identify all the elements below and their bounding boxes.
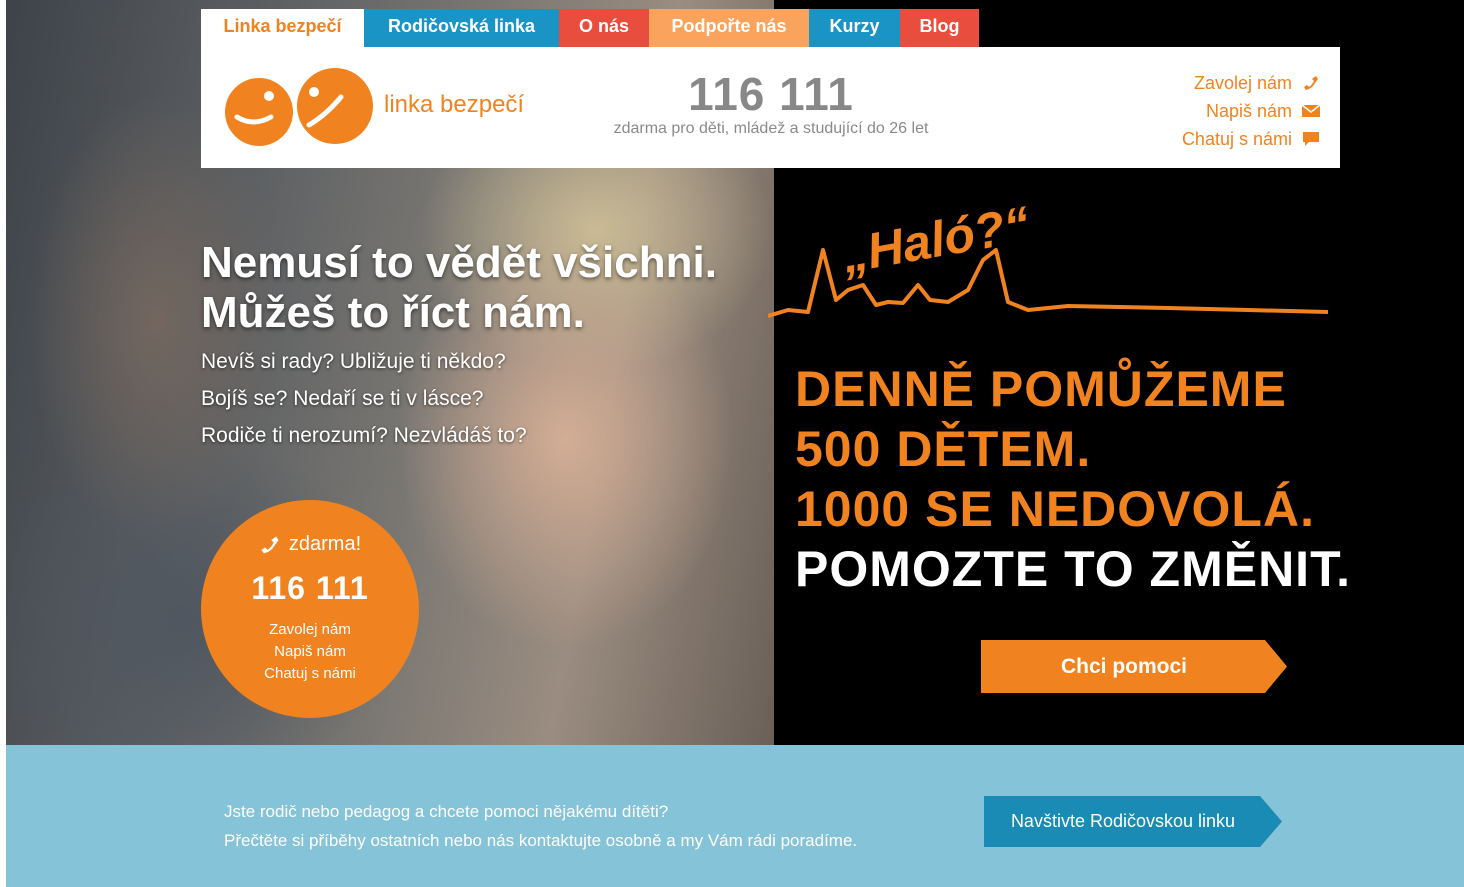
contact-links: Zavolej nám Napiš nám Chatuj s námi <box>1182 69 1320 153</box>
band-text: Jste rodič nebo pedagog a chcete pomoci … <box>224 797 857 855</box>
parents-band: Jste rodič nebo pedagog a chcete pomoci … <box>6 745 1464 887</box>
ad-line-3: 1000 SE NEDOVOLÁ. <box>795 481 1315 537</box>
circle-links: Zavolej nám Napiš nám Chatuj s námi <box>201 619 419 685</box>
want-help-button[interactable]: Chci pomoci <box>981 640 1267 693</box>
call-us-link[interactable]: Zavolej nám <box>1182 69 1320 97</box>
chat-icon <box>1303 132 1319 146</box>
ad-line-1: DENNĚ POMŮŽEME <box>795 361 1287 417</box>
logo-text[interactable]: linka bezpečí <box>384 91 524 119</box>
circle-write-link[interactable]: Napiš nám <box>201 641 419 663</box>
tab-o-nas[interactable]: O nás <box>559 9 649 47</box>
circle-phone-number[interactable]: 116 111 <box>201 570 419 607</box>
hero-headline-line-2: Můžeš to říct nám. <box>201 288 585 337</box>
ad-line-4: POMOZTE TO ZMĚNIT. <box>795 541 1351 597</box>
hero-headline-line-1: Nemusí to vědět všichni. <box>201 238 717 287</box>
hero-questions: Nevíš si rady? Ubližuje ti někdo? Bojíš … <box>201 343 527 454</box>
hero-headline: Nemusí to vědět všichni. Můžeš to říct n… <box>201 238 717 338</box>
logo-icon[interactable] <box>223 67 373 149</box>
header: linka bezpečí 116 111 zdarma pro děti, m… <box>201 47 1340 168</box>
tab-rodicovska-linka[interactable]: Rodičovská linka <box>364 9 559 47</box>
write-us-label: Napiš nám <box>1205 101 1292 121</box>
circle-call-link[interactable]: Zavolej nám <box>201 619 419 641</box>
hero-question-1: Nevíš si rady? Ubližuje ti někdo? <box>201 350 506 373</box>
tab-podporte-nas[interactable]: Podpořte nás <box>649 9 809 47</box>
free-label: zdarma! <box>288 533 362 555</box>
write-us-link[interactable]: Napiš nám <box>1182 97 1320 125</box>
tab-linka-bezpeci[interactable]: Linka bezpečí <box>201 9 364 47</box>
tab-kurzy[interactable]: Kurzy <box>809 9 900 47</box>
hero-question-3: Rodiče ti nerozumí? Nezvládáš to? <box>201 424 527 447</box>
hero-question-2: Bojíš se? Nedaří se ti v lásce? <box>201 387 484 410</box>
band-line-1: Jste rodič nebo pedagog a chcete pomoci … <box>224 802 669 821</box>
tab-blog[interactable]: Blog <box>900 9 979 47</box>
phone-icon <box>1304 76 1318 90</box>
ad-line-2: 500 DĚTEM. <box>795 421 1092 477</box>
envelope-icon <box>1302 104 1320 117</box>
phone-subtitle: zdarma pro děti, mládež a studující do 2… <box>613 120 929 137</box>
phone-icon <box>261 535 279 554</box>
chat-with-us-label: Chatuj s námi <box>1181 129 1292 149</box>
band-line-2: Přečtěte si příběhy ostatních nebo nás k… <box>224 831 858 850</box>
top-nav: Linka bezpečí Rodičovská linka O nás Pod… <box>201 9 979 47</box>
call-us-label: Zavolej nám <box>1193 73 1292 93</box>
phone-number[interactable]: 116 111 <box>601 67 941 121</box>
contact-circle[interactable]: zdarma! 116 111 Zavolej nám Napiš nám Ch… <box>201 500 419 718</box>
halo-heartbeat-graphic: „Haló?“ <box>768 196 1328 318</box>
chat-with-us-link[interactable]: Chatuj s námi <box>1182 125 1320 153</box>
visit-parent-line-button[interactable]: Navštivte Rodičovskou linku <box>984 796 1262 847</box>
circle-chat-link[interactable]: Chatuj s námi <box>201 663 419 685</box>
free-call-row: zdarma! <box>201 533 419 556</box>
halo-text: „Haló?“ <box>837 196 1034 284</box>
